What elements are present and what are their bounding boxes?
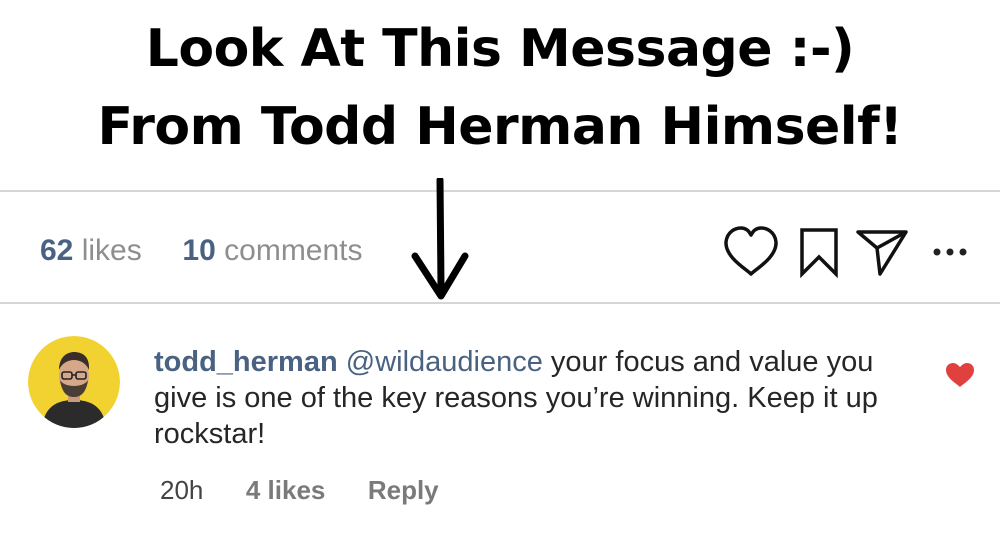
comment-like-heart-icon[interactable] xyxy=(944,361,976,389)
avatar[interactable] xyxy=(28,336,120,428)
likes-count: 62 xyxy=(40,234,74,267)
post-stats: 62 likes 10 comments xyxy=(40,232,363,270)
comment-meta: 20h 4 likes Reply xyxy=(160,474,439,506)
comment-likes[interactable]: 4 likes xyxy=(246,475,326,505)
divider-comments xyxy=(0,302,1000,304)
divider-top xyxy=(0,190,1000,192)
likes-label: likes xyxy=(81,234,142,267)
headline-line-1: Look At This Message :-) xyxy=(145,19,855,79)
send-icon[interactable] xyxy=(854,224,910,280)
comment-time: 20h xyxy=(160,475,204,505)
comment-mention[interactable]: @wildaudience xyxy=(346,346,543,378)
comments-label: comments xyxy=(224,234,363,267)
more-options-icon[interactable] xyxy=(930,224,970,280)
comments-count: 10 xyxy=(182,234,216,267)
comments-stat[interactable]: 10 comments xyxy=(182,234,362,267)
headline-line-2: From Todd Herman Himself! xyxy=(97,97,903,157)
comment-body: todd_herman @wildaudience your focus and… xyxy=(154,344,924,452)
comment-username[interactable]: todd_herman xyxy=(154,346,338,378)
likes-stat[interactable]: 62 likes xyxy=(40,234,150,267)
bookmark-icon[interactable] xyxy=(797,224,841,280)
reply-button[interactable]: Reply xyxy=(368,475,439,505)
down-arrow-icon xyxy=(411,178,469,300)
heart-outline-icon[interactable] xyxy=(722,224,780,280)
